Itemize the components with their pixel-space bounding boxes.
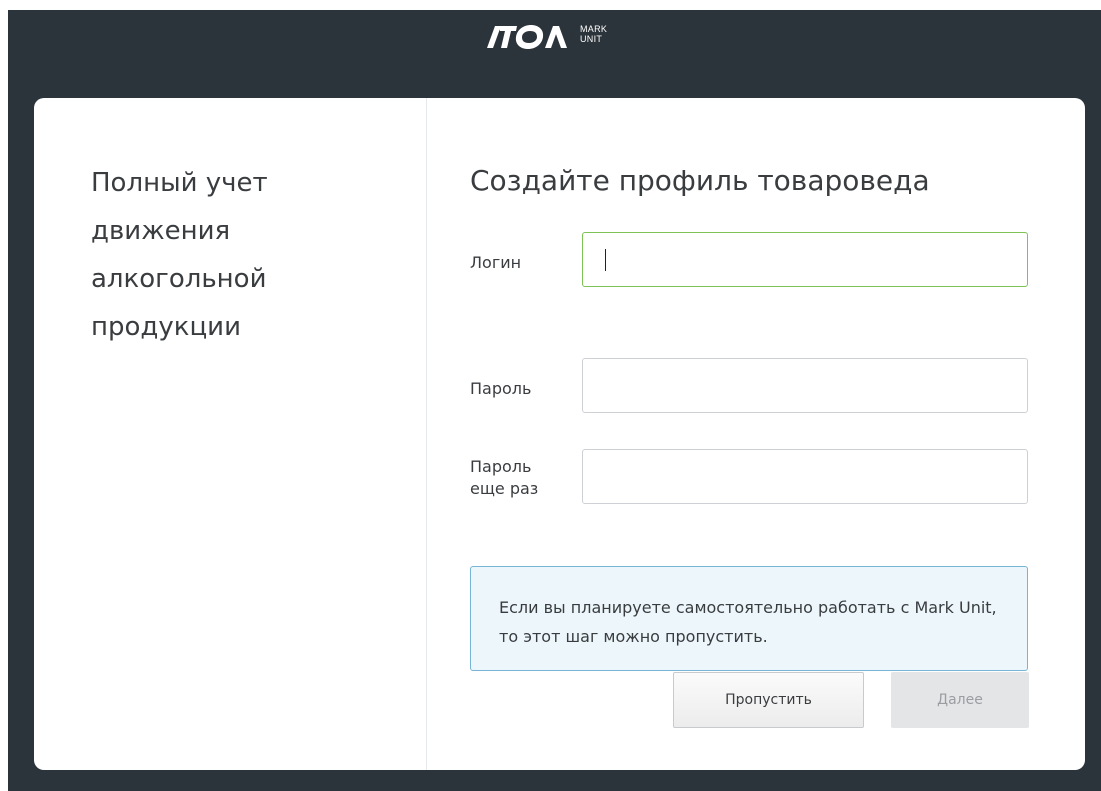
atol-logo: MARK UNIT <box>487 22 607 62</box>
tagline: Полный учет движения алкогольной продукц… <box>91 168 268 342</box>
text-caret <box>605 249 606 271</box>
login-input[interactable] <box>582 232 1028 287</box>
logo-sub-line2: UNIT <box>580 34 603 44</box>
info-text: Если вы планируете самостоятельно работа… <box>499 598 997 646</box>
password-label: Пароль <box>470 379 532 398</box>
info-message: Если вы планируете самостоятельно работа… <box>470 566 1028 671</box>
logo-subtitle: MARK UNIT <box>580 24 607 44</box>
password-input[interactable] <box>582 358 1028 413</box>
skip-button[interactable]: Пропустить <box>673 672 864 728</box>
panel-divider <box>426 98 427 770</box>
atol-logo-icon <box>487 25 567 49</box>
login-label: Логин <box>470 253 522 272</box>
form-title: Создайте профиль товароведа <box>470 164 930 197</box>
password-repeat-input[interactable] <box>582 449 1028 504</box>
next-button[interactable]: Далее <box>891 672 1029 728</box>
logo-sub-line1: MARK <box>580 24 608 34</box>
password-repeat-label: Пароль еще раз <box>470 457 539 498</box>
